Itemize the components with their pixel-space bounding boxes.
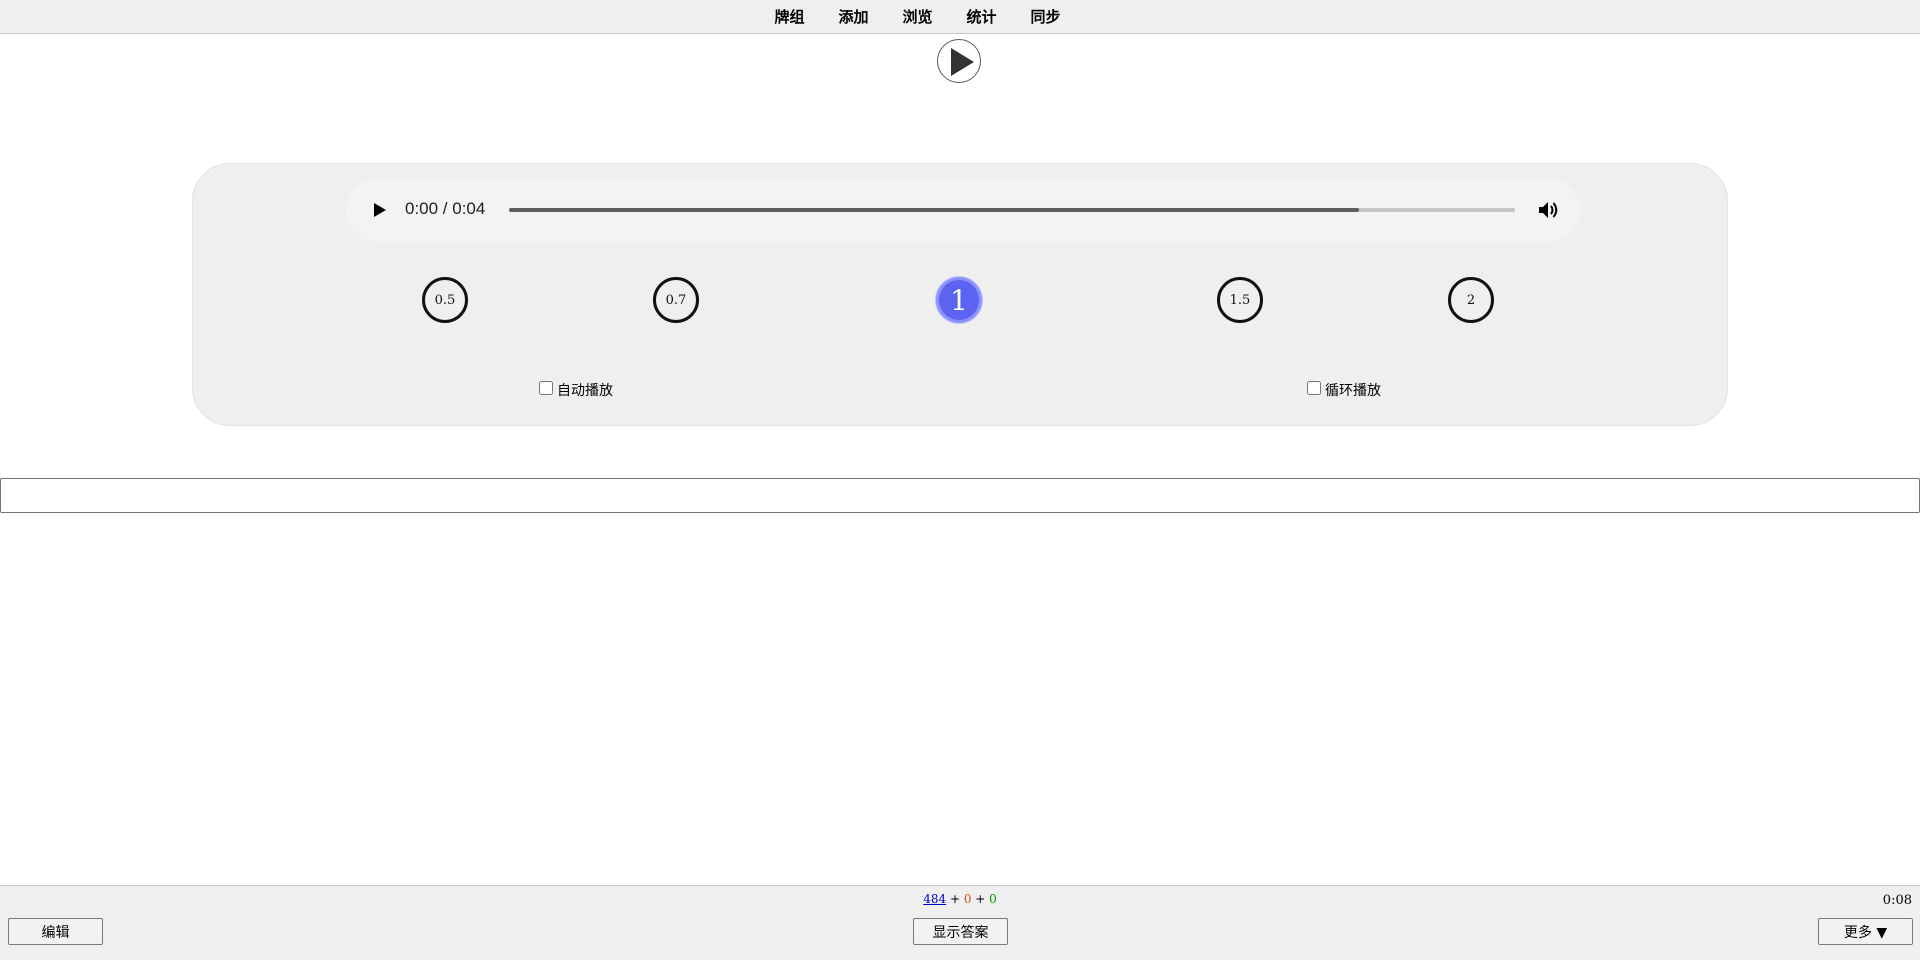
loop-checkbox[interactable] xyxy=(1307,381,1321,395)
audio-player: 0:00 / 0:04 xyxy=(346,178,1580,242)
audio-panel: 0:00 / 0:04 0.5 0.7 1 1.5 2 自动播放 循环播放 xyxy=(192,163,1728,426)
show-answer-button[interactable]: 显示答案 xyxy=(913,918,1008,945)
review-count: 0 xyxy=(989,892,997,906)
loop-option[interactable]: 循环播放 xyxy=(1307,380,1381,400)
top-menu: 牌组 添加 浏览 统计 同步 xyxy=(0,0,1920,34)
autoplay-label: 自动播放 xyxy=(557,383,613,399)
play-icon xyxy=(951,48,974,76)
audio-play-icon[interactable] xyxy=(372,201,388,219)
audio-time: 0:00 / 0:04 xyxy=(405,199,486,218)
speed-button-2[interactable]: 2 xyxy=(1448,277,1494,323)
volume-icon[interactable] xyxy=(1538,200,1560,220)
menu-browse[interactable]: 浏览 xyxy=(902,6,932,27)
speed-button-1[interactable]: 1 xyxy=(936,277,982,323)
autoplay-checkbox[interactable] xyxy=(539,381,553,395)
audio-seek-bar[interactable] xyxy=(509,208,1515,212)
more-button[interactable]: 更多 ▼ xyxy=(1818,918,1913,945)
audio-seek-progress xyxy=(509,208,1360,212)
study-timer: 0:08 xyxy=(1882,893,1912,908)
menu-add[interactable]: 添加 xyxy=(838,6,868,27)
bottom-bar: 484 + 0 + 0 0:08 编辑 显示答案 更多 ▼ xyxy=(0,885,1920,960)
menu-decks[interactable]: 牌组 xyxy=(774,6,804,27)
replay-audio-button[interactable] xyxy=(937,39,981,83)
autoplay-option[interactable]: 自动播放 xyxy=(539,380,613,400)
card-counts: 484 + 0 + 0 xyxy=(0,892,1920,906)
menu-stats[interactable]: 统计 xyxy=(967,6,997,27)
speed-button-0.7[interactable]: 0.7 xyxy=(653,277,699,323)
speed-button-1.5[interactable]: 1.5 xyxy=(1217,277,1263,323)
count-separator: + xyxy=(946,892,964,906)
answer-input[interactable] xyxy=(0,478,1920,513)
new-count[interactable]: 484 xyxy=(923,892,946,906)
speed-button-0.5[interactable]: 0.5 xyxy=(422,277,468,323)
edit-button[interactable]: 编辑 xyxy=(8,918,103,945)
loop-label: 循环播放 xyxy=(1325,383,1381,399)
count-separator: + xyxy=(971,892,990,906)
menu-sync[interactable]: 同步 xyxy=(1031,6,1061,27)
